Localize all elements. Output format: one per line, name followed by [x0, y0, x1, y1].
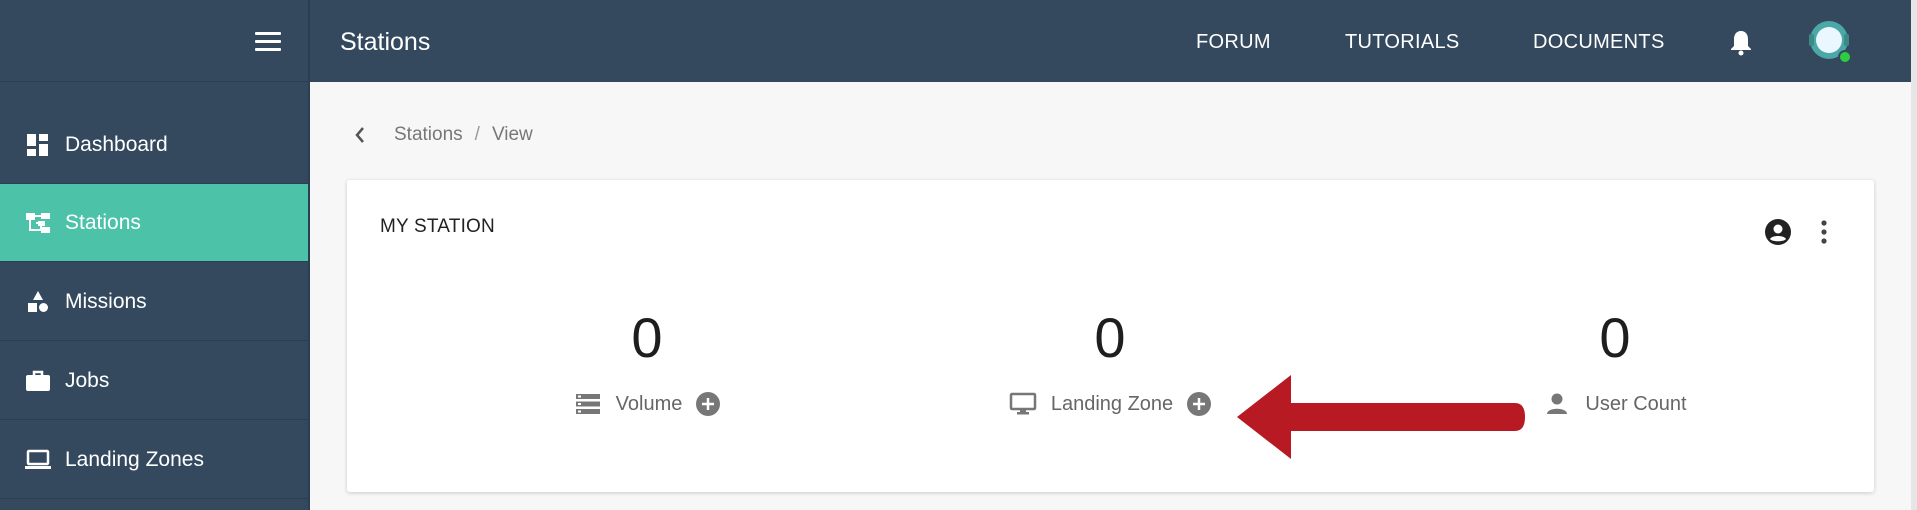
sidebar-item-label: Landing Zones: [65, 447, 204, 471]
stat-volume: 0 Volume: [497, 310, 797, 418]
sidebar-item-label: Stations: [65, 210, 141, 234]
stations-icon: [24, 209, 52, 237]
stat-value: 0: [1599, 306, 1631, 369]
breadcrumb-item-stations[interactable]: Stations: [394, 124, 463, 146]
nav-link-tutorials[interactable]: TUTORIALS: [1345, 31, 1460, 54]
sidebar: Dashboard Stations Missions Jobs Landing…: [0, 0, 310, 510]
stat-label: Landing Zone: [1050, 392, 1174, 415]
sidebar-item-label: Jobs: [65, 368, 110, 392]
notification-bell-icon[interactable]: [1728, 28, 1754, 56]
breadcrumb-separator: /: [474, 124, 480, 145]
annotation-arrow-icon: [1237, 375, 1525, 459]
stat-landing-zone: 0 Landing Zone: [960, 310, 1260, 418]
sidebar-item-jobs[interactable]: Jobs: [0, 342, 308, 420]
page-scrollbar[interactable]: [1911, 0, 1917, 510]
sidebar-item-landing-zones[interactable]: Landing Zones: [0, 421, 308, 499]
laptop-icon: [24, 446, 52, 474]
add-volume-button[interactable]: [696, 392, 721, 416]
stat-value: 0: [1094, 306, 1126, 369]
sidebar-header: [0, 0, 310, 82]
sidebar-item-label: Missions: [65, 289, 147, 313]
breadcrumb: Stations / View: [354, 124, 533, 146]
add-landing-zone-button[interactable]: [1187, 392, 1212, 416]
back-chevron-icon[interactable]: [354, 125, 374, 145]
sidebar-item-stations[interactable]: Stations: [0, 184, 308, 262]
missions-icon: [24, 288, 52, 316]
stat-value: 0: [631, 306, 663, 369]
menu-icon[interactable]: [255, 32, 281, 52]
sidebar-item-dashboard[interactable]: Dashboard: [0, 106, 308, 184]
person-icon: [1543, 390, 1571, 418]
stat-label: User Count: [1585, 392, 1687, 415]
briefcase-icon: [24, 367, 52, 395]
storage-icon: [574, 390, 602, 418]
stat-label: Volume: [615, 392, 683, 415]
top-bar: Stations FORUM TUTORIALS DOCUMENTS: [310, 0, 1911, 82]
account-circle-icon[interactable]: [1764, 218, 1792, 246]
avatar[interactable]: [1807, 18, 1855, 66]
sidebar-item-missions[interactable]: Missions: [0, 263, 308, 341]
more-vertical-icon[interactable]: [1819, 218, 1829, 246]
nav-link-documents[interactable]: DOCUMENTS: [1533, 31, 1665, 54]
station-card: MY STATION 0 Volume 0 Landing Zone 0 Use…: [347, 180, 1874, 492]
monitor-icon: [1009, 390, 1037, 418]
page-title: Stations: [340, 28, 431, 56]
dashboard-icon: [24, 131, 52, 159]
card-title: MY STATION: [380, 216, 495, 237]
sidebar-item-label: Dashboard: [65, 132, 168, 156]
breadcrumb-item-view: View: [491, 124, 533, 145]
nav-link-forum[interactable]: FORUM: [1196, 31, 1271, 54]
